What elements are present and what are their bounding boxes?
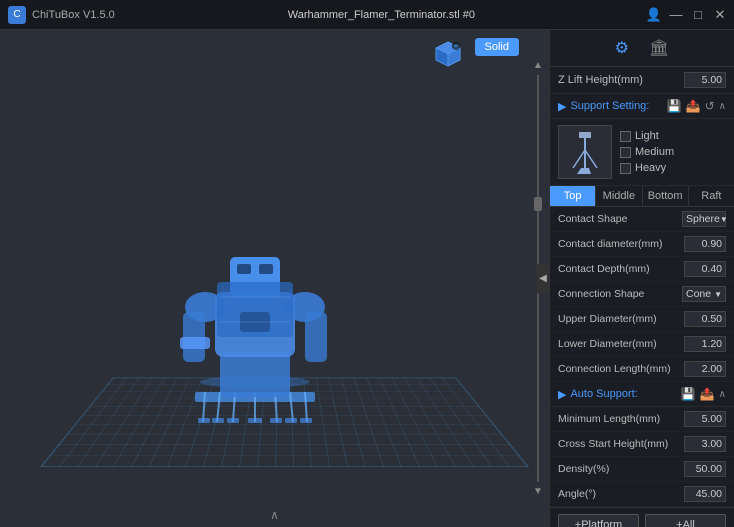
auto-save-icon[interactable]: 💾 bbox=[681, 387, 696, 401]
z-lift-row: Z Lift Height(mm) bbox=[550, 67, 734, 94]
building-icon[interactable]: 🏛 bbox=[649, 38, 669, 58]
angle-label: Angle(°) bbox=[558, 488, 596, 500]
z-lift-input[interactable] bbox=[684, 72, 726, 88]
connection-length-input[interactable] bbox=[684, 361, 726, 377]
medium-checkbox[interactable] bbox=[620, 147, 631, 158]
save-icon[interactable]: 💾 bbox=[667, 99, 682, 113]
window-controls: 👤 — □ ✕ bbox=[648, 9, 726, 21]
light-checkbox[interactable] bbox=[620, 131, 631, 142]
cross-height-row: Cross Start Height(mm) bbox=[550, 432, 734, 457]
app-title: ChiTuBox V1.5.0 bbox=[32, 9, 115, 21]
contact-shape-label: Contact Shape bbox=[558, 213, 627, 225]
contact-depth-label: Contact Depth(mm) bbox=[558, 263, 650, 275]
angle-row: Angle(°) bbox=[550, 482, 734, 507]
auto-support-expand[interactable]: ∧ bbox=[719, 389, 726, 400]
app-icon: C bbox=[8, 6, 26, 24]
panel-top-icons: ⚙ 🏛 bbox=[550, 30, 734, 67]
upload-icon[interactable]: 📤 bbox=[686, 99, 701, 113]
tab-raft[interactable]: Raft bbox=[689, 186, 734, 206]
titlebar: C ChiTuBox V1.5.0 Warhammer_Flamer_Termi… bbox=[0, 0, 734, 30]
support-expand-arrow[interactable]: ∧ bbox=[719, 101, 726, 112]
heavy-checkbox[interactable] bbox=[620, 163, 631, 174]
viewport[interactable]: 👁 Solid bbox=[0, 30, 549, 527]
3d-cube-icon[interactable]: 👁 bbox=[432, 38, 464, 70]
cross-height-label: Cross Start Height(mm) bbox=[558, 438, 668, 450]
tab-bottom[interactable]: Bottom bbox=[643, 186, 689, 206]
connection-length-row: Connection Length(mm) bbox=[550, 357, 734, 382]
upper-diameter-row: Upper Diameter(mm) bbox=[550, 307, 734, 332]
close-button[interactable]: ✕ bbox=[714, 9, 726, 21]
support-arrow-icon: ▶ bbox=[558, 100, 566, 113]
tab-bar: Top Middle Bottom Raft bbox=[550, 186, 734, 207]
lower-diameter-row: Lower Diameter(mm) bbox=[550, 332, 734, 357]
min-length-input[interactable] bbox=[684, 411, 726, 427]
model-svg bbox=[165, 182, 345, 442]
upper-diameter-label: Upper Diameter(mm) bbox=[558, 313, 657, 325]
connection-length-label: Connection Length(mm) bbox=[558, 363, 671, 375]
cube-icon-area: 👁 bbox=[432, 38, 464, 70]
medium-option[interactable]: Medium bbox=[620, 146, 674, 158]
contact-depth-input[interactable] bbox=[684, 261, 726, 277]
angle-input[interactable] bbox=[684, 486, 726, 502]
window-title: Warhammer_Flamer_Terminator.stl #0 bbox=[115, 9, 648, 21]
light-option[interactable]: Light bbox=[620, 130, 674, 142]
heavy-label: Heavy bbox=[635, 162, 666, 174]
auto-support-header: ▶ Auto Support: 💾 📤 ∧ bbox=[550, 382, 734, 407]
auto-upload-icon[interactable]: 📤 bbox=[700, 387, 715, 401]
svg-text:👁: 👁 bbox=[452, 44, 460, 51]
viewport-collapse-button[interactable]: ◀ bbox=[537, 264, 549, 294]
refresh-icon[interactable]: ↺ bbox=[705, 99, 715, 113]
maximize-button[interactable]: □ bbox=[692, 9, 704, 21]
contact-diameter-label: Contact diameter(mm) bbox=[558, 238, 662, 250]
user-icon[interactable]: 👤 bbox=[648, 9, 660, 21]
auto-support-label: Auto Support: bbox=[570, 388, 676, 400]
connection-dropdown-arrow: ▼ bbox=[714, 290, 722, 299]
auto-support-arrow: ▶ bbox=[558, 388, 566, 401]
connection-shape-row: Connection Shape Cone ▼ bbox=[550, 282, 734, 307]
z-lift-label: Z Lift Height(mm) bbox=[558, 74, 643, 86]
cross-height-input[interactable] bbox=[684, 436, 726, 452]
contact-diameter-input[interactable] bbox=[684, 236, 726, 252]
slider-up-arrow[interactable]: ▲ bbox=[533, 60, 543, 71]
support-preview: Light Medium Heavy bbox=[550, 119, 734, 186]
tab-top[interactable]: Top bbox=[550, 186, 596, 206]
slider-thumb[interactable] bbox=[534, 197, 542, 211]
support-header: ▶ Support Setting: 💾 📤 ↺ ∧ bbox=[550, 94, 734, 119]
bottom-collapse-button[interactable]: ∧ bbox=[270, 508, 279, 522]
density-input[interactable] bbox=[684, 461, 726, 477]
support-preview-svg bbox=[563, 130, 607, 174]
connection-shape-label: Connection Shape bbox=[558, 288, 644, 300]
preview-image bbox=[558, 125, 612, 179]
preview-options: Light Medium Heavy bbox=[620, 125, 674, 179]
main-container: 👁 Solid bbox=[0, 30, 734, 527]
density-label: Density(%) bbox=[558, 463, 609, 475]
settings-icon[interactable]: ⚙ bbox=[615, 38, 629, 58]
density-row: Density(%) bbox=[550, 457, 734, 482]
min-length-row: Minimum Length(mm) bbox=[550, 407, 734, 432]
slider-down-arrow[interactable]: ▼ bbox=[533, 486, 543, 497]
bottom-buttons: +Platform +All bbox=[550, 507, 734, 527]
tab-middle[interactable]: Middle bbox=[596, 186, 642, 206]
titlebar-left: C ChiTuBox V1.5.0 bbox=[8, 6, 115, 24]
light-label: Light bbox=[635, 130, 659, 142]
heavy-option[interactable]: Heavy bbox=[620, 162, 674, 174]
platform-button[interactable]: +Platform bbox=[558, 514, 639, 527]
support-label: Support Setting: bbox=[570, 100, 662, 112]
solid-button[interactable]: Solid bbox=[475, 38, 519, 56]
minimize-button[interactable]: — bbox=[670, 9, 682, 21]
dropdown-arrow: ▼ bbox=[720, 215, 728, 224]
connection-shape-value[interactable]: Cone ▼ bbox=[682, 286, 726, 302]
medium-label: Medium bbox=[635, 146, 674, 158]
min-length-label: Minimum Length(mm) bbox=[558, 413, 660, 425]
all-button[interactable]: +All bbox=[645, 514, 726, 527]
contact-shape-value[interactable]: Sphere ▼ bbox=[682, 211, 726, 227]
contact-depth-row: Contact Depth(mm) bbox=[550, 257, 734, 282]
lower-diameter-label: Lower Diameter(mm) bbox=[558, 338, 657, 350]
contact-diameter-row: Contact diameter(mm) bbox=[550, 232, 734, 257]
upper-diameter-input[interactable] bbox=[684, 311, 726, 327]
right-panel: ⚙ 🏛 Z Lift Height(mm) ▶ Support Setting:… bbox=[549, 30, 734, 527]
lower-diameter-input[interactable] bbox=[684, 336, 726, 352]
model-container bbox=[155, 162, 355, 442]
contact-shape-row: Contact Shape Sphere ▼ bbox=[550, 207, 734, 232]
